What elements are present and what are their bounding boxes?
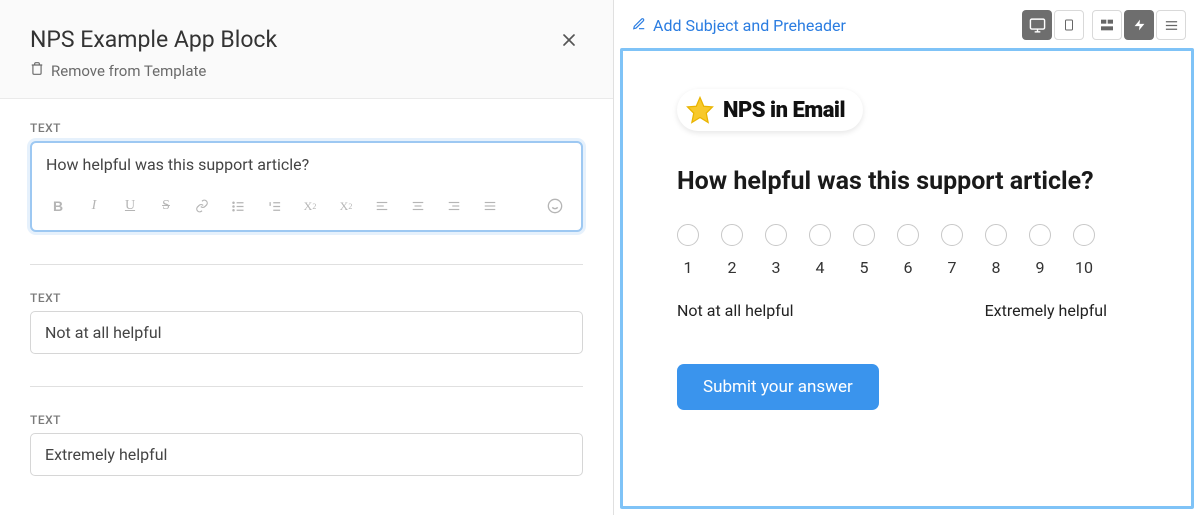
nps-radio-3[interactable] — [765, 224, 787, 246]
format-toolbar: B I U S X2 X2 — [32, 186, 581, 230]
nps-number-label: 5 — [853, 258, 875, 277]
high-anchor-text: Extremely helpful — [985, 301, 1107, 320]
align-right-icon[interactable] — [438, 192, 470, 220]
subscript-icon[interactable]: X2 — [294, 192, 326, 220]
divider — [30, 386, 583, 387]
numbered-list-icon[interactable] — [258, 192, 290, 220]
editor-panel: NPS Example App Block Remove from Templa… — [0, 0, 614, 515]
desktop-preview-icon[interactable] — [1022, 10, 1052, 40]
nps-scale-numbers: 1 2 3 4 5 6 7 8 9 10 — [677, 258, 1137, 277]
link-icon[interactable] — [186, 192, 218, 220]
subject-link-label: Add Subject and Preheader — [653, 16, 846, 35]
question-field-block: TEXT B I U S X2 — [30, 121, 583, 232]
nps-radio-4[interactable] — [809, 224, 831, 246]
submit-button[interactable]: Submit your answer — [677, 364, 879, 410]
block-title: NPS Example App Block — [30, 26, 277, 53]
italic-icon[interactable]: I — [78, 192, 110, 220]
rich-text-editor: B I U S X2 X2 — [30, 141, 583, 232]
low-anchor-input[interactable] — [30, 311, 583, 354]
editor-body: TEXT B I U S X2 — [0, 99, 613, 515]
preview-panel: Add Subject and Preheader — [614, 0, 1200, 515]
field-label: TEXT — [30, 413, 583, 427]
trash-icon — [30, 61, 44, 80]
field-label: TEXT — [30, 121, 583, 135]
editor-header: NPS Example App Block Remove from Templa… — [0, 0, 613, 99]
nps-radio-2[interactable] — [721, 224, 743, 246]
field-label: TEXT — [30, 291, 583, 305]
emoji-icon[interactable] — [539, 192, 571, 220]
nps-number-label: 3 — [765, 258, 787, 277]
nps-number-label: 8 — [985, 258, 1007, 277]
bullet-list-icon[interactable] — [222, 192, 254, 220]
nps-radio-10[interactable] — [1073, 224, 1095, 246]
nps-badge: NPS in Email — [677, 89, 863, 131]
add-subject-link[interactable]: Add Subject and Preheader — [632, 16, 846, 35]
mobile-preview-icon[interactable] — [1054, 10, 1084, 40]
nps-number-label: 9 — [1029, 258, 1051, 277]
preview-topbar: Add Subject and Preheader — [614, 0, 1200, 48]
nps-number-label: 2 — [721, 258, 743, 277]
superscript-icon[interactable]: X2 — [330, 192, 362, 220]
align-justify-icon[interactable] — [474, 192, 506, 220]
nps-number-label: 7 — [941, 258, 963, 277]
divider — [30, 264, 583, 265]
list-icon[interactable] — [1156, 10, 1186, 40]
nps-number-label: 1 — [677, 258, 699, 277]
email-content: NPS in Email How helpful was this suppor… — [623, 51, 1191, 448]
nps-radio-1[interactable] — [677, 224, 699, 246]
layout-icon[interactable] — [1092, 10, 1122, 40]
low-anchor-text: Not at all helpful — [677, 301, 794, 320]
low-anchor-field-block: TEXT — [30, 291, 583, 354]
remove-label: Remove from Template — [51, 62, 206, 80]
nps-number-label: 4 — [809, 258, 831, 277]
strikethrough-icon[interactable]: S — [150, 192, 182, 220]
scale-anchors: Not at all helpful Extremely helpful — [677, 301, 1107, 320]
star-icon — [685, 95, 715, 125]
nps-radio-6[interactable] — [897, 224, 919, 246]
nps-radio-8[interactable] — [985, 224, 1007, 246]
high-anchor-field-block: TEXT — [30, 413, 583, 476]
survey-question: How helpful was this support article? — [677, 167, 1137, 196]
nps-number-label: 6 — [897, 258, 919, 277]
email-preview-frame: NPS in Email How helpful was this suppor… — [620, 48, 1194, 509]
bold-icon[interactable]: B — [42, 192, 74, 220]
nps-radio-9[interactable] — [1029, 224, 1051, 246]
preview-controls — [1022, 10, 1186, 40]
align-left-icon[interactable] — [366, 192, 398, 220]
nps-scale-radios — [677, 224, 1137, 246]
nps-radio-7[interactable] — [941, 224, 963, 246]
remove-from-template-link[interactable]: Remove from Template — [30, 61, 277, 80]
nps-number-label: 10 — [1073, 258, 1095, 277]
pencil-icon — [632, 16, 646, 35]
question-input[interactable] — [32, 143, 581, 186]
nps-badge-title: NPS in Email — [723, 98, 845, 123]
lightning-icon[interactable] — [1124, 10, 1154, 40]
high-anchor-input[interactable] — [30, 433, 583, 476]
nps-radio-5[interactable] — [853, 224, 875, 246]
underline-icon[interactable]: U — [114, 192, 146, 220]
align-center-icon[interactable] — [402, 192, 434, 220]
close-icon[interactable] — [555, 26, 583, 58]
